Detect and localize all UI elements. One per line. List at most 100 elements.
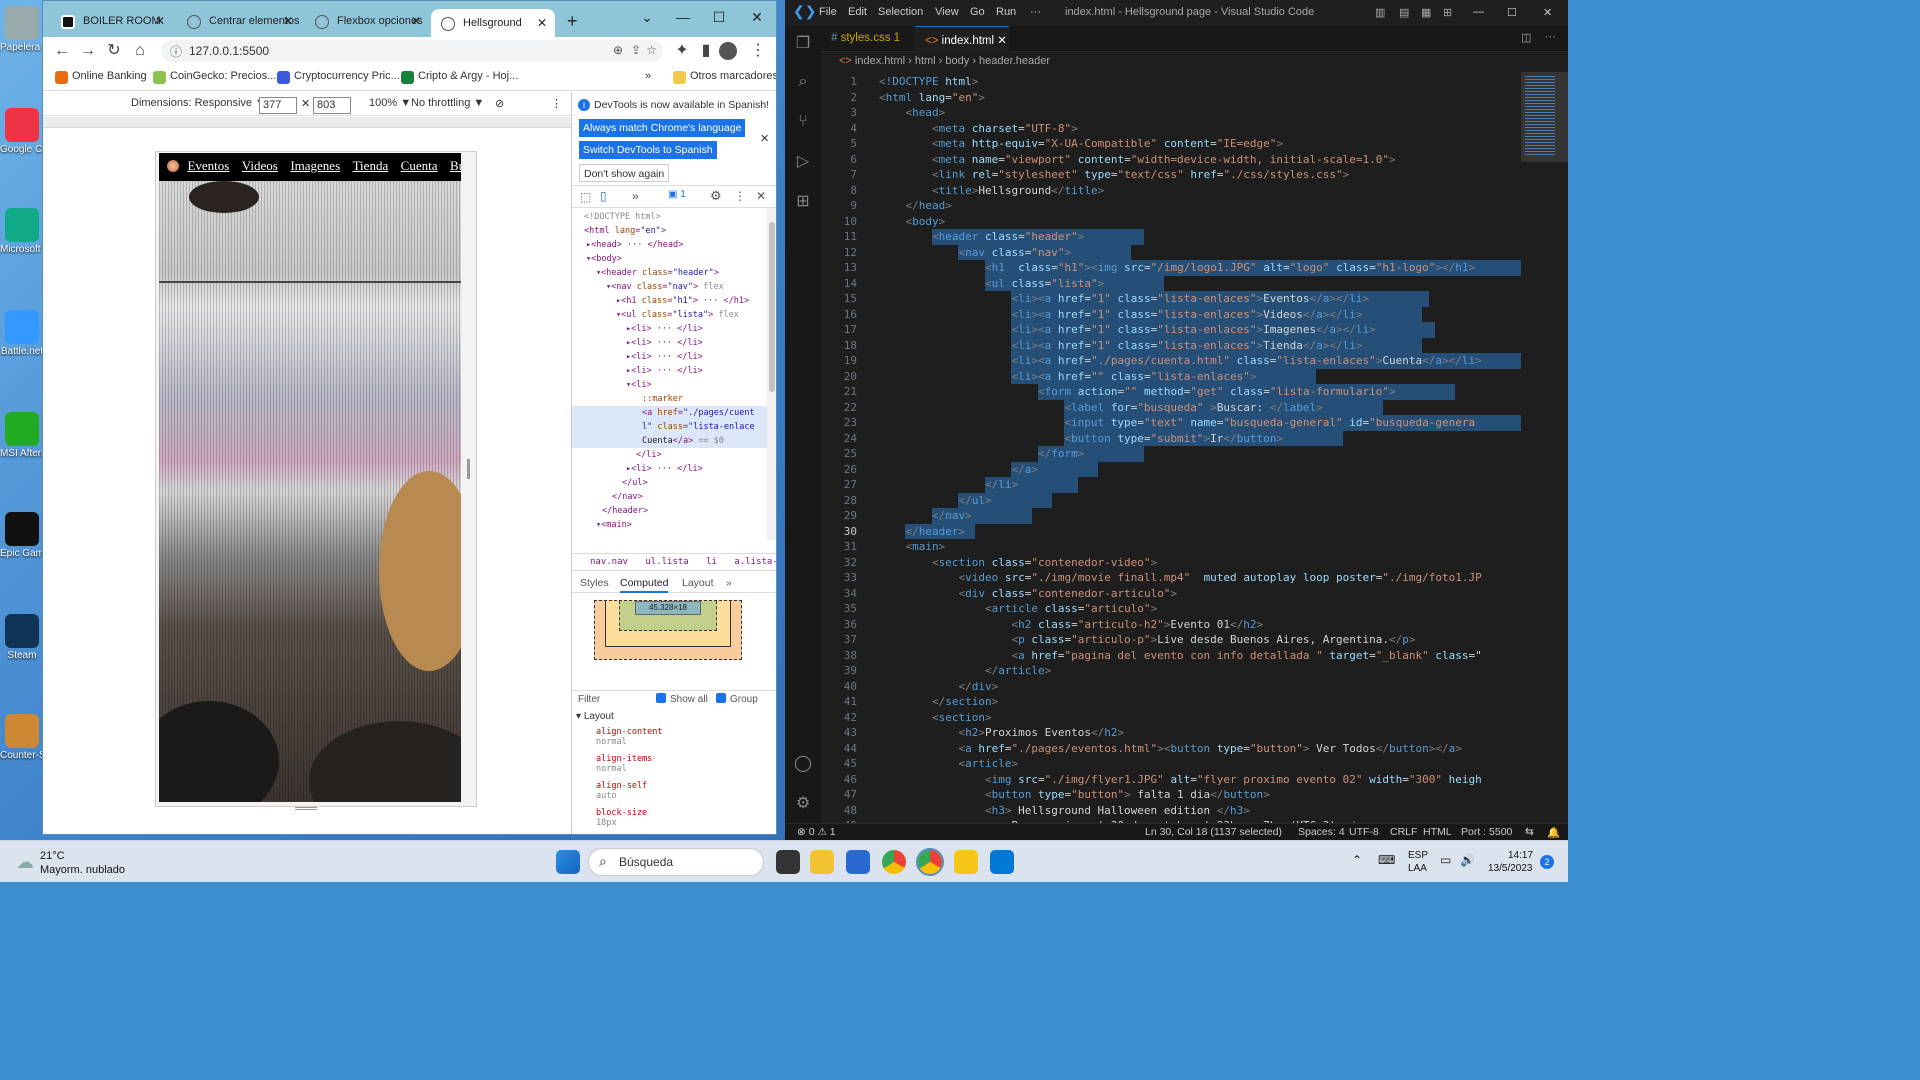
code-line[interactable]: 15 <li><a href="1" class="lista-enlaces"… <box>821 291 1521 307</box>
elements-scrollbar[interactable] <box>767 208 776 540</box>
sidebar-icon[interactable]: ▦ <box>1421 6 1431 19</box>
avatar[interactable] <box>719 42 737 60</box>
code-line[interactable]: 2 <html lang="en"> <box>821 90 1521 106</box>
code-line[interactable]: 39 </article> <box>821 663 1521 679</box>
bookmark-cryptocurrency[interactable]: Cryptocurrency Pric... <box>277 70 400 84</box>
code-line[interactable]: 13 <h1 class="h1"><img src="/img/logo1.J… <box>821 260 1521 276</box>
breadcrumb-item[interactable]: index.html <box>855 55 905 67</box>
code-line[interactable]: 11 <header class="header"> <box>821 229 1521 245</box>
code-line[interactable]: 20 <li><a href="" class="lista-enlaces"> <box>821 368 1521 384</box>
code-line[interactable]: 46 <img src="./img/flyer1.JPG" alt="flye… <box>821 772 1521 788</box>
code-line[interactable]: 28 </ul> <box>821 492 1521 508</box>
network-icon[interactable]: ▭ <box>1440 853 1451 867</box>
weather-icon[interactable]: ☁ <box>16 852 34 873</box>
close-icon[interactable]: ✕ <box>760 132 769 145</box>
close-icon[interactable]: ✕ <box>283 14 293 28</box>
rotate-icon[interactable]: ⊘ <box>495 97 504 110</box>
miro-icon[interactable] <box>954 850 978 874</box>
desktop-icon[interactable]: Papelera reciclaje <box>0 6 44 53</box>
code-line[interactable]: 32 <section class="contenedor-video"> <box>821 555 1521 571</box>
code-line[interactable]: 10 <body> <box>821 214 1521 230</box>
weather-temp[interactable]: 21°C <box>40 850 65 862</box>
code-line[interactable]: 17 <li><a href="1" class="lista-enlaces"… <box>821 322 1521 338</box>
taskbar-search[interactable]: ⌕ Búsqueda <box>588 848 764 876</box>
new-tab-button[interactable]: + <box>567 11 578 32</box>
breadcrumb-item[interactable]: body <box>945 55 969 67</box>
close-devtools-icon[interactable]: ✕ <box>756 189 766 203</box>
viewport-resize-handle[interactable] <box>467 459 470 479</box>
breadcrumb-item[interactable]: nav.nav <box>590 557 628 567</box>
code-line[interactable]: 19 <li><a href="./pages/cuenta.html" cla… <box>821 353 1521 369</box>
split-editor-icon[interactable]: ◫ <box>1521 31 1531 44</box>
bookmark-cripto-argy[interactable]: Cripto & Argy - Hoj... <box>401 70 518 84</box>
dom-node-line[interactable]: <a href="./pages/cuent <box>572 406 768 420</box>
panel-icon[interactable]: ▤ <box>1399 6 1409 19</box>
code-line[interactable]: 47 <button type="button"> falta 1 dia</b… <box>821 787 1521 803</box>
chrome-active-icon[interactable] <box>916 848 944 876</box>
notification-badge[interactable]: 2 <box>1540 855 1554 869</box>
code-line[interactable]: 14 <ul class="lista"> <box>821 275 1521 291</box>
code-line[interactable]: 12 <nav class="nav"> <box>821 244 1521 260</box>
breadcrumb-item[interactable]: ul.lista <box>645 557 688 567</box>
close-icon[interactable]: ✕ <box>997 35 1007 47</box>
device-toggle-icon[interactable]: ▯ <box>600 189 607 203</box>
more-actions-icon[interactable]: ··· <box>1545 31 1556 43</box>
minimap[interactable] <box>1521 72 1568 823</box>
code-line[interactable]: 34 <div class="contenedor-articulo"> <box>821 586 1521 602</box>
code-line[interactable]: 25 </form> <box>821 446 1521 462</box>
more-tabs-icon[interactable]: » <box>632 189 639 203</box>
code-line[interactable]: 36 <h2 class="articulo-h2">Evento 01</h2… <box>821 617 1521 633</box>
vscode-icon[interactable] <box>990 850 1014 874</box>
notifications-icon[interactable]: 🔔 <box>1547 826 1560 839</box>
code-line[interactable]: 22 <label for="busqueda" >Buscar: </labe… <box>821 399 1521 415</box>
code-line[interactable]: 48 <h3> Hellsground Halloween edition </… <box>821 803 1521 819</box>
code-line[interactable]: 27 </li> <box>821 477 1521 493</box>
nav-link-buscar[interactable]: Buscar <box>450 158 461 173</box>
tab-computed[interactable]: Computed <box>620 577 669 593</box>
language-indicator[interactable]: ESP <box>1408 850 1428 861</box>
desktop-icon[interactable]: MSI Afterburner <box>0 412 44 459</box>
close-icon[interactable]: ✕ <box>537 16 547 30</box>
desktop-icon[interactable]: Microsoft Edge <box>0 208 44 255</box>
computed-property[interactable]: block-size 18px <box>596 808 647 828</box>
settings-icon[interactable]: ⚙ <box>710 188 722 204</box>
clock-date[interactable]: 13/5/2023 <box>1488 863 1533 874</box>
zoom-icon[interactable]: ⊕ <box>613 43 623 57</box>
tab-boiler-room[interactable]: BOILER ROOM ✕ <box>51 7 173 37</box>
encoding-status[interactable]: UTF-8 <box>1349 826 1379 838</box>
dom-node-line[interactable]: Cuenta</a> == $0 <box>572 434 768 448</box>
star-icon[interactable]: ☆ <box>646 43 657 57</box>
desktop-icon[interactable]: Epic Games Launcher <box>0 512 44 559</box>
code-line[interactable]: 35 <article class="articulo"> <box>821 601 1521 617</box>
weather-desc[interactable]: Mayorm. nublado <box>40 864 125 876</box>
source-control-icon[interactable]: ⑂ <box>793 112 813 132</box>
run-debug-icon[interactable]: ▷ <box>793 152 813 172</box>
maximize-button[interactable]: ☐ <box>1507 6 1517 19</box>
volume-icon[interactable]: 🔊 <box>1460 853 1475 867</box>
bookmarks-overflow-button[interactable]: » <box>645 70 651 82</box>
share-icon[interactable]: ⇪ <box>631 43 641 57</box>
home-icon[interactable]: ⌂ <box>129 41 151 61</box>
code-line[interactable]: 41 </section> <box>821 694 1521 710</box>
minimize-button[interactable]: — <box>1473 6 1484 18</box>
height-input[interactable]: 803 <box>313 97 351 114</box>
cursor-position[interactable]: Ln 30, Col 18 (1137 selected) <box>1145 826 1282 838</box>
gear-icon[interactable]: ⚙ <box>793 794 813 814</box>
account-icon[interactable]: ◯ <box>793 754 813 774</box>
menu-dots-icon[interactable]: ⋮ <box>747 41 769 61</box>
address-bar[interactable]: ⓘ 127.0.0.1:5500 ⊕ ⇪ ☆ <box>161 40 663 62</box>
bookmark-coingecko[interactable]: CoinGecko: Precios... <box>153 70 276 84</box>
desktop-icon[interactable]: Battle.net <box>0 310 44 357</box>
inspect-icon[interactable]: ⬚ <box>580 190 591 204</box>
extensions-icon[interactable]: ⊞ <box>793 192 813 212</box>
chrome-icon[interactable] <box>882 850 906 874</box>
live-server-port[interactable]: Port : 5500 <box>1461 826 1512 838</box>
layout-icon[interactable]: ▥ <box>1375 6 1385 19</box>
keyboard-layout[interactable]: LAA <box>1408 863 1427 874</box>
tab-styles-css[interactable]: # styles.css 1 <box>821 26 913 52</box>
back-icon[interactable]: ← <box>51 41 73 61</box>
media-query-ruler[interactable] <box>43 117 571 128</box>
code-line[interactable]: 3 <head> <box>821 105 1521 121</box>
keyboard-icon[interactable]: ⌨ <box>1378 853 1395 867</box>
code-line[interactable]: 37 <p class="articulo-p">Live desde Buen… <box>821 632 1521 648</box>
